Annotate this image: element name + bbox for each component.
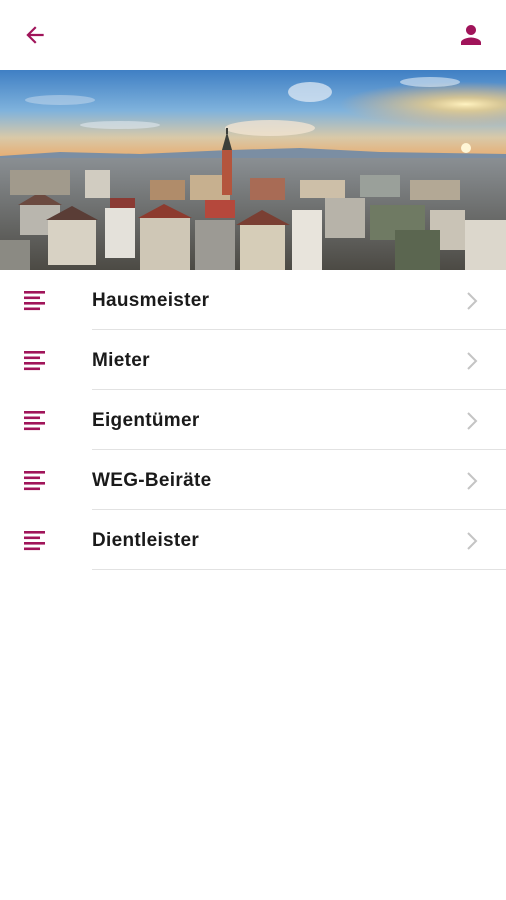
chevron-right-icon (467, 532, 478, 550)
city-panorama-image (0, 70, 506, 270)
menu-item-label: WEG-Beiräte (92, 470, 212, 491)
menu-item-eigentuemer[interactable]: Eigentümer (0, 390, 506, 450)
arrow-left-icon (26, 26, 44, 44)
person-icon (461, 25, 481, 45)
menu-item-mieter[interactable]: Mieter (0, 330, 506, 390)
chevron-right-icon (467, 292, 478, 310)
profile-button[interactable] (451, 15, 491, 55)
chevron-right-icon (467, 412, 478, 430)
list-lines-icon (24, 411, 45, 431)
divider (92, 568, 506, 570)
menu-item-label: Mieter (92, 350, 150, 371)
menu-item-weg-beiraete[interactable]: WEG-Beiräte (0, 450, 506, 510)
top-app-bar (0, 0, 506, 70)
list-lines-icon (24, 351, 45, 371)
list-lines-icon (24, 531, 45, 551)
chevron-right-icon (467, 472, 478, 490)
back-button[interactable] (15, 15, 55, 55)
menu-list: Hausmeister Mieter Eigentümer WEG-Beirät… (0, 270, 506, 570)
menu-item-label: Hausmeister (92, 290, 210, 311)
list-lines-icon (24, 471, 45, 491)
chevron-right-icon (467, 352, 478, 370)
menu-item-hausmeister[interactable]: Hausmeister (0, 270, 506, 330)
menu-item-dientleister[interactable]: Dientleister (0, 510, 506, 570)
menu-item-label: Eigentümer (92, 410, 200, 431)
menu-item-label: Dientleister (92, 530, 200, 551)
list-lines-icon (24, 291, 45, 311)
